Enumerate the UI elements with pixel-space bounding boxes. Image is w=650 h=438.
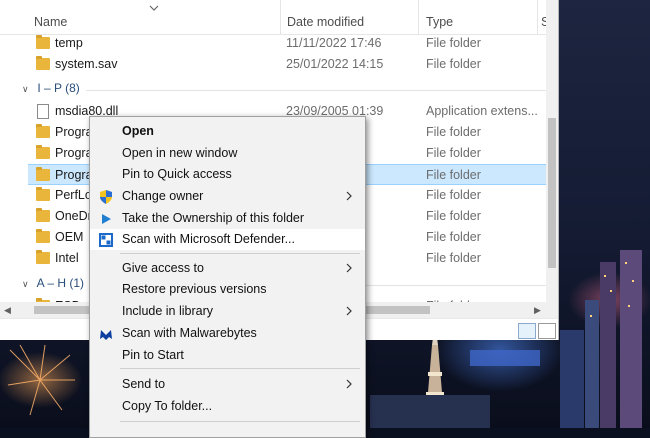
- context-menu-item-label: Copy To folder...: [122, 399, 213, 413]
- context-menu-item-label: Send to: [122, 377, 166, 391]
- chevron-down-icon: ∨: [22, 84, 29, 94]
- context-menu-item-change-owner[interactable]: Change owner: [90, 186, 365, 207]
- file-type: File folder: [426, 57, 481, 71]
- context-menu-item-pin-to-quick-access[interactable]: Pin to Quick access: [90, 164, 365, 185]
- folder-icon: [36, 167, 50, 181]
- context-menu-item-label: Pin to Quick access: [122, 167, 232, 181]
- menu-separator: [120, 368, 360, 369]
- submenu-chevron-right-icon: [346, 263, 352, 273]
- context-menu-item-copy-to-folder[interactable]: Copy To folder...: [90, 396, 365, 417]
- vertical-scrollbar-thumb[interactable]: [548, 118, 556, 268]
- context-menu-item-restore-previous-versions[interactable]: Restore previous versions: [90, 279, 365, 300]
- context-menu-item-label: Include in library: [122, 304, 214, 318]
- play-triangle-icon: [98, 211, 114, 227]
- group-header-label: I – P (8): [37, 81, 80, 95]
- context-menu-item-label: Scan with Malwarebytes: [122, 326, 257, 340]
- context-menu-item-give-access-to[interactable]: Give access to: [90, 258, 365, 279]
- context-menu-item-scan-with-microsoft-defender[interactable]: Scan with Microsoft Defender...: [90, 229, 365, 250]
- menu-separator: [120, 421, 360, 422]
- folder-icon: [36, 187, 50, 201]
- large-icons-view-icon[interactable]: [538, 323, 556, 339]
- context-menu-item-label: Change owner: [122, 189, 204, 203]
- folder-icon: [36, 208, 50, 222]
- file-type: File folder: [426, 125, 481, 139]
- details-view-icon[interactable]: [518, 323, 536, 339]
- context-menu-item-label: Open in new window: [122, 146, 238, 160]
- file-name: OEM: [55, 230, 84, 244]
- file-icon: [37, 104, 49, 119]
- file-name: Progra: [55, 168, 93, 182]
- file-type: File folder: [426, 168, 481, 182]
- malwarebytes-icon: [98, 326, 114, 342]
- context-menu-item-include-in-library[interactable]: Include in library: [90, 301, 365, 322]
- file-type: File folder: [426, 36, 481, 50]
- group-header-a-h[interactable]: ∨ A – H (1): [22, 276, 84, 292]
- file-date-modified: 11/11/2022 17:46: [286, 36, 382, 50]
- file-row[interactable]: system.sav 25/01/2022 14:15 File folder: [28, 54, 546, 75]
- context-menu: Open Open in new window Pin to Quick acces…: [89, 116, 366, 438]
- file-name: OneDr: [55, 209, 92, 223]
- context-menu-item-scan-with-malwarebytes[interactable]: Scan with Malwarebytes: [90, 323, 365, 344]
- context-menu-item-label: Open: [122, 124, 154, 138]
- file-name: Intel: [55, 251, 79, 265]
- folder-icon: [36, 35, 50, 49]
- context-menu-item-open[interactable]: Open: [90, 121, 365, 142]
- context-menu-item-take-the-ownership-of-this-folder[interactable]: Take the Ownership of this folder: [90, 208, 365, 229]
- column-header-name[interactable]: Name: [34, 15, 67, 29]
- file-type: File folder: [426, 230, 481, 244]
- file-name: Progra: [55, 146, 93, 160]
- submenu-chevron-right-icon: [346, 191, 352, 201]
- vertical-scrollbar[interactable]: [546, 0, 558, 322]
- file-type: Application extens...: [426, 104, 538, 118]
- folder-icon: [36, 229, 50, 243]
- file-type: File folder: [426, 251, 481, 265]
- menu-separator: [120, 253, 360, 254]
- folder-icon: [36, 124, 50, 138]
- defender-shield-icon: [98, 232, 114, 248]
- scroll-left-arrow-icon[interactable]: ◀: [4, 305, 11, 316]
- chevron-down-icon: ∨: [22, 279, 29, 289]
- submenu-chevron-right-icon: [346, 379, 352, 389]
- context-menu-item-label: Give access to: [122, 261, 204, 275]
- context-menu-item-label: Take the Ownership of this folder: [122, 211, 305, 225]
- context-menu-item-pin-to-start[interactable]: Pin to Start: [90, 345, 365, 366]
- context-menu-item-send-to[interactable]: Send to: [90, 374, 365, 395]
- file-name: system.sav: [55, 57, 118, 71]
- context-menu-item-label: Scan with Microsoft Defender...: [122, 232, 295, 246]
- submenu-chevron-right-icon: [346, 306, 352, 316]
- context-menu-item-open-in-new-window[interactable]: Open in new window: [90, 143, 365, 164]
- file-name: temp: [55, 36, 83, 50]
- folder-icon: [36, 56, 50, 70]
- file-date-modified: 25/01/2022 14:15: [286, 57, 384, 71]
- context-menu-item-label: Restore previous versions: [122, 282, 267, 296]
- uac-shield-icon: [98, 189, 114, 205]
- file-type: File folder: [426, 209, 481, 223]
- file-name: PerfLo: [55, 188, 92, 202]
- column-header-row: Name Date modified Type S: [0, 0, 549, 35]
- context-menu-item-label: Pin to Start: [122, 348, 184, 362]
- sort-chevron-icon[interactable]: [149, 4, 159, 12]
- file-row[interactable]: temp 11/11/2022 17:46 File folder: [28, 33, 546, 54]
- file-type: File folder: [426, 188, 481, 202]
- group-header-label: A – H (1): [36, 276, 85, 290]
- column-header-date-modified[interactable]: Date modified: [287, 15, 364, 29]
- file-type: File folder: [426, 146, 481, 160]
- group-header-i-p[interactable]: ∨ I – P (8): [22, 81, 80, 97]
- file-name: Progra: [55, 125, 93, 139]
- scroll-right-arrow-icon[interactable]: ▶: [534, 305, 541, 316]
- folder-icon: [36, 145, 50, 159]
- folder-icon: [36, 250, 50, 264]
- column-header-type[interactable]: Type: [426, 15, 453, 29]
